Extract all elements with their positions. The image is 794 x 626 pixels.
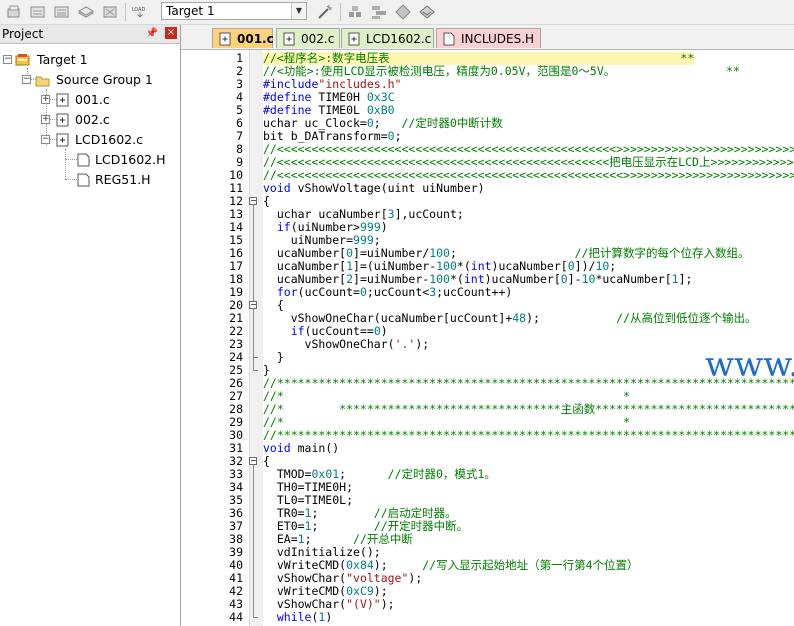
- tree-file-lcd1602[interactable]: − LCD1602.c: [0, 131, 180, 149]
- target-options-icon[interactable]: [316, 3, 334, 21]
- fold-toggle-icon[interactable]: −: [249, 197, 257, 205]
- rebuild-icon[interactable]: [53, 3, 71, 21]
- tab-label: LCD1602.c: [366, 32, 432, 46]
- fold-toggle-icon[interactable]: −: [249, 457, 257, 465]
- build-icon[interactable]: [29, 3, 47, 21]
- project-panel-header: Project 📌 ×: [0, 25, 180, 44]
- c-file-icon: [219, 32, 231, 46]
- download-icon[interactable]: LOAD: [131, 3, 153, 21]
- tree-file-label: 002.c: [75, 112, 110, 127]
- line-number: 2: [236, 64, 243, 78]
- line-number: 7: [236, 129, 243, 143]
- line-number: 6: [236, 116, 243, 130]
- target-icon: [15, 53, 30, 67]
- c-file-icon: [283, 32, 295, 46]
- tab-lcd1602-c[interactable]: LCD1602.c: [341, 28, 434, 48]
- tree-source-group[interactable]: − Source Group 1: [0, 71, 180, 89]
- line-number: 4: [236, 90, 243, 104]
- tab-label: 002.c: [301, 32, 335, 46]
- c-file-icon: [348, 32, 360, 46]
- code-line[interactable]: vShowOneChar('.');: [263, 338, 430, 351]
- c-file-icon: [55, 113, 70, 127]
- tree-file-001[interactable]: + 001.c: [0, 91, 180, 109]
- collapse-icon[interactable]: −: [41, 135, 50, 144]
- fold-guide: [253, 465, 254, 617]
- expand-icon[interactable]: +: [41, 115, 50, 124]
- fold-end: [253, 357, 258, 358]
- fold-margin: [249, 50, 263, 626]
- env-icon[interactable]: [418, 3, 436, 21]
- target-select-value: Target 1: [166, 4, 215, 18]
- tab-label: INCLUDES.H: [461, 32, 535, 46]
- batch-build-icon[interactable]: [77, 3, 95, 21]
- tab-label: 001.c: [237, 32, 274, 46]
- svg-text:LOAD: LOAD: [132, 7, 146, 13]
- close-icon[interactable]: ×: [165, 27, 177, 39]
- code-line[interactable]: while(1): [263, 611, 332, 624]
- code-line[interactable]: void main(): [263, 442, 339, 455]
- translate-icon[interactable]: [5, 3, 23, 21]
- header-file-icon: [76, 153, 91, 167]
- project-panel: Project 📌 × − Target 1 − Source Group 1 …: [0, 25, 181, 626]
- select-packs-icon[interactable]: [370, 3, 388, 21]
- fold-end: [253, 370, 258, 371]
- tree-file-label: 001.c: [75, 92, 110, 107]
- line-number: 8: [236, 142, 243, 156]
- fold-guide: [253, 309, 254, 357]
- editor-tabs: 001.c 002.c LCD1602.c INCLUDES.H: [181, 25, 794, 50]
- code-line[interactable]: for(ucCount=0;ucCount<3;ucCount++): [263, 286, 512, 299]
- tree-header-label: REG51.H: [95, 172, 151, 187]
- tree-source-group-label: Source Group 1: [56, 72, 153, 87]
- code-line[interactable]: //**************************************…: [263, 429, 794, 442]
- project-panel-title: Project: [2, 27, 44, 41]
- tab-includes-h[interactable]: INCLUDES.H: [436, 28, 541, 48]
- pin-icon[interactable]: 📌: [146, 25, 158, 43]
- watermark: www.eleck.com: [705, 345, 794, 385]
- pack-installer-icon[interactable]: [394, 3, 412, 21]
- fold-end: [253, 617, 258, 618]
- tab-001-c[interactable]: 001.c: [212, 28, 274, 48]
- line-number-gutter: 1 2 3 4 5 6 7 8 9 10 11 12 13 14 15 16 17 18 19 20 21 22 23 24 2…: [181, 50, 248, 626]
- expand-icon[interactable]: +: [41, 95, 50, 104]
- tree-target[interactable]: − Target 1: [0, 51, 180, 69]
- code-line[interactable]: void vShowVoltage(uint uiNumber): [263, 182, 485, 195]
- chevron-down-icon[interactable]: ▼: [291, 3, 306, 19]
- collapse-icon[interactable]: −: [3, 55, 12, 64]
- target-select[interactable]: Target 1 ▼: [161, 2, 307, 20]
- tree-file-002[interactable]: + 002.c: [0, 111, 180, 129]
- header-file-icon: [76, 173, 91, 187]
- code-editor[interactable]: 1 2 3 4 5 6 7 8 9 10 11 12 13 14 15 16 17 18 19 20 21 22 23 24 2…: [181, 50, 794, 626]
- toolbar: LOAD Target 1 ▼: [0, 0, 794, 25]
- folder-icon: [35, 73, 50, 87]
- line-number: 44: [229, 610, 243, 624]
- stop-build-icon[interactable]: [101, 3, 119, 21]
- tree-target-label: Target 1: [37, 52, 88, 67]
- c-file-icon: [55, 93, 70, 107]
- fold-toggle-icon[interactable]: −: [249, 301, 257, 309]
- c-file-icon: [55, 133, 70, 147]
- manage-components-icon[interactable]: [346, 3, 364, 21]
- tree-header-lcd1602[interactable]: LCD1602.H: [0, 151, 180, 169]
- collapse-icon[interactable]: −: [22, 75, 31, 84]
- tab-002-c[interactable]: 002.c: [276, 28, 340, 48]
- line-number: 1: [236, 51, 243, 65]
- line-number: 3: [236, 77, 243, 91]
- code-text[interactable]: //<程序名>:数字电压表 **//<功能>:使用LCD显示被检测电压，精度为0…: [263, 50, 794, 626]
- header-file-icon: [443, 32, 455, 46]
- tree-file-label: LCD1602.c: [75, 132, 143, 147]
- tree-header-reg51[interactable]: REG51.H: [0, 171, 180, 189]
- line-number: 5: [236, 103, 243, 117]
- tree-header-label: LCD1602.H: [95, 152, 166, 167]
